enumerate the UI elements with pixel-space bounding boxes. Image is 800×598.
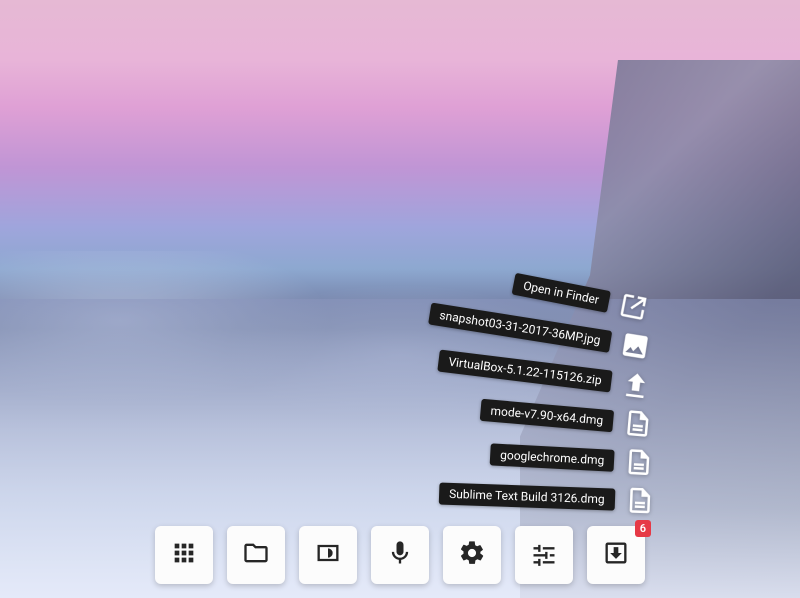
sliders-icon (530, 539, 558, 571)
dock: 6 (155, 526, 645, 584)
dock-files-button[interactable] (227, 526, 285, 584)
dock-downloads-button[interactable]: 6 (587, 526, 645, 584)
microphone-icon (386, 539, 414, 571)
file-document-icon (622, 483, 657, 518)
dock-voice-button[interactable] (371, 526, 429, 584)
file-document-icon (621, 444, 657, 480)
archive-upload-icon (617, 366, 655, 404)
brightness-icon (314, 539, 342, 571)
folder-icon (242, 539, 270, 571)
download-tray-icon (602, 539, 630, 571)
downloads-badge: 6 (635, 520, 651, 537)
dock-apps-button[interactable] (155, 526, 213, 584)
file-item-chrome[interactable]: googlechrome.dmg (489, 437, 657, 480)
file-document-icon (620, 405, 657, 442)
file-label: Sublime Text Build 3126.dmg (439, 482, 615, 510)
image-icon (616, 326, 655, 365)
file-label: mode-v7.90-x64.dmg (480, 399, 614, 433)
downloads-fanout: Sublime Text Build 3126.dmg googlechrome… (430, 290, 655, 518)
dock-display-button[interactable] (299, 526, 357, 584)
dock-tuner-button[interactable] (515, 526, 573, 584)
apps-grid-icon (170, 539, 198, 571)
external-link-icon (613, 287, 653, 327)
dock-settings-button[interactable] (443, 526, 501, 584)
file-label: VirtualBox-5.1.22-115126.zip (437, 349, 613, 392)
file-label: googlechrome.dmg (489, 443, 614, 471)
file-item-sublime[interactable]: Sublime Text Build 3126.dmg (439, 476, 658, 518)
gear-icon (458, 539, 486, 571)
